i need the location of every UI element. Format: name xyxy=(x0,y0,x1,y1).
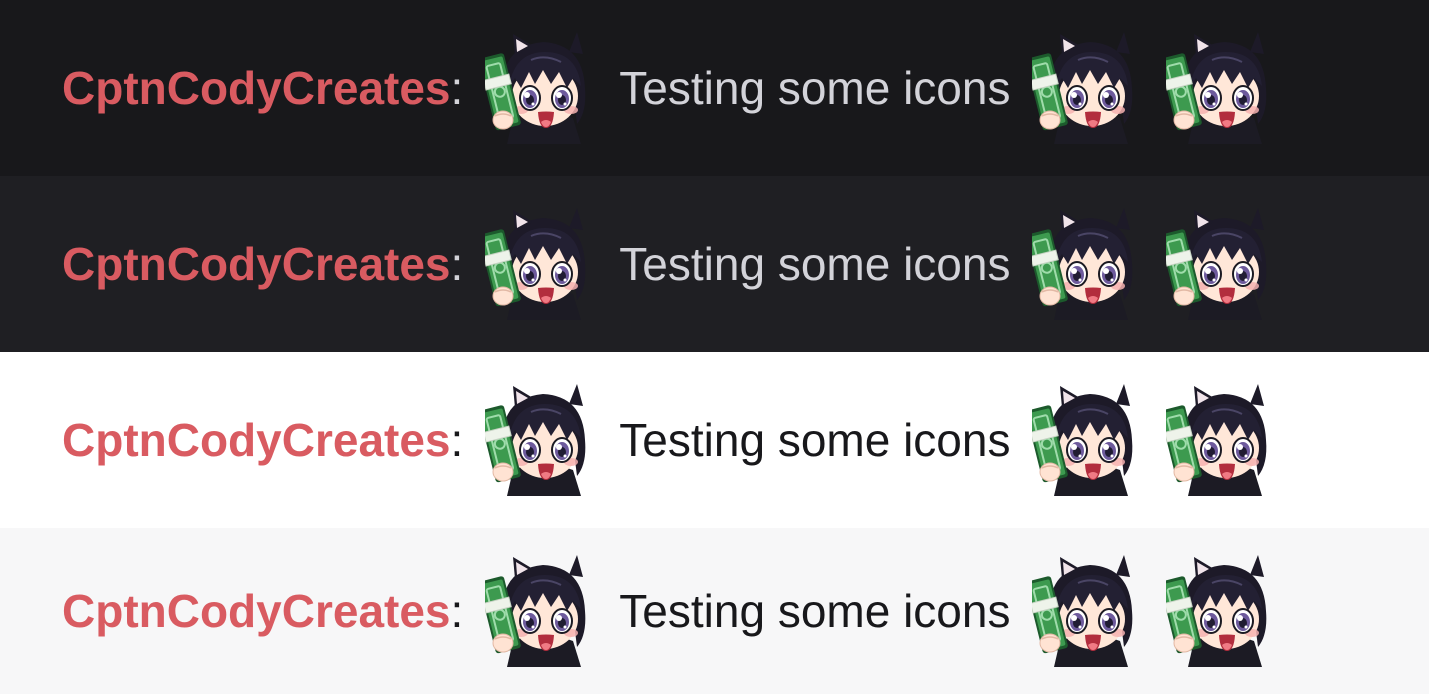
emote-icon[interactable] xyxy=(485,384,597,496)
message-text: Testing some icons xyxy=(619,238,1011,290)
chat-line-dark: CptnCodyCreates : Testing some icons xyxy=(0,0,1429,176)
chat-line-light: CptnCodyCreates : Testing some icons xyxy=(0,352,1429,528)
message-text: Testing some icons xyxy=(619,62,1011,114)
emote-icon[interactable] xyxy=(485,32,597,144)
separator: : xyxy=(450,62,464,114)
separator: : xyxy=(450,585,464,637)
separator: : xyxy=(450,414,464,466)
emote-icon[interactable] xyxy=(1166,32,1278,144)
chat-line-light-alt: CptnCodyCreates : Testing some icons xyxy=(0,528,1429,694)
separator: : xyxy=(450,238,464,290)
emote-icon[interactable] xyxy=(1166,208,1278,320)
chat-line-dark-alt: CptnCodyCreates : Testing some icons xyxy=(0,176,1429,352)
emote-icon[interactable] xyxy=(1166,384,1278,496)
chat-theme-preview: CptnCodyCreates : Testing some icons Cpt… xyxy=(0,0,1429,694)
username[interactable]: CptnCodyCreates xyxy=(62,413,451,467)
emote-icon[interactable] xyxy=(485,555,597,667)
emote-icon[interactable] xyxy=(1032,555,1144,667)
message-text: Testing some icons xyxy=(619,414,1011,466)
emote-icon[interactable] xyxy=(1166,555,1278,667)
emote-icon[interactable] xyxy=(1032,384,1144,496)
message-text: Testing some icons xyxy=(619,585,1011,637)
username[interactable]: CptnCodyCreates xyxy=(62,584,451,638)
emote-icon[interactable] xyxy=(485,208,597,320)
username[interactable]: CptnCodyCreates xyxy=(62,61,451,115)
username[interactable]: CptnCodyCreates xyxy=(62,237,451,291)
emote-icon[interactable] xyxy=(1032,208,1144,320)
emote-icon[interactable] xyxy=(1032,32,1144,144)
